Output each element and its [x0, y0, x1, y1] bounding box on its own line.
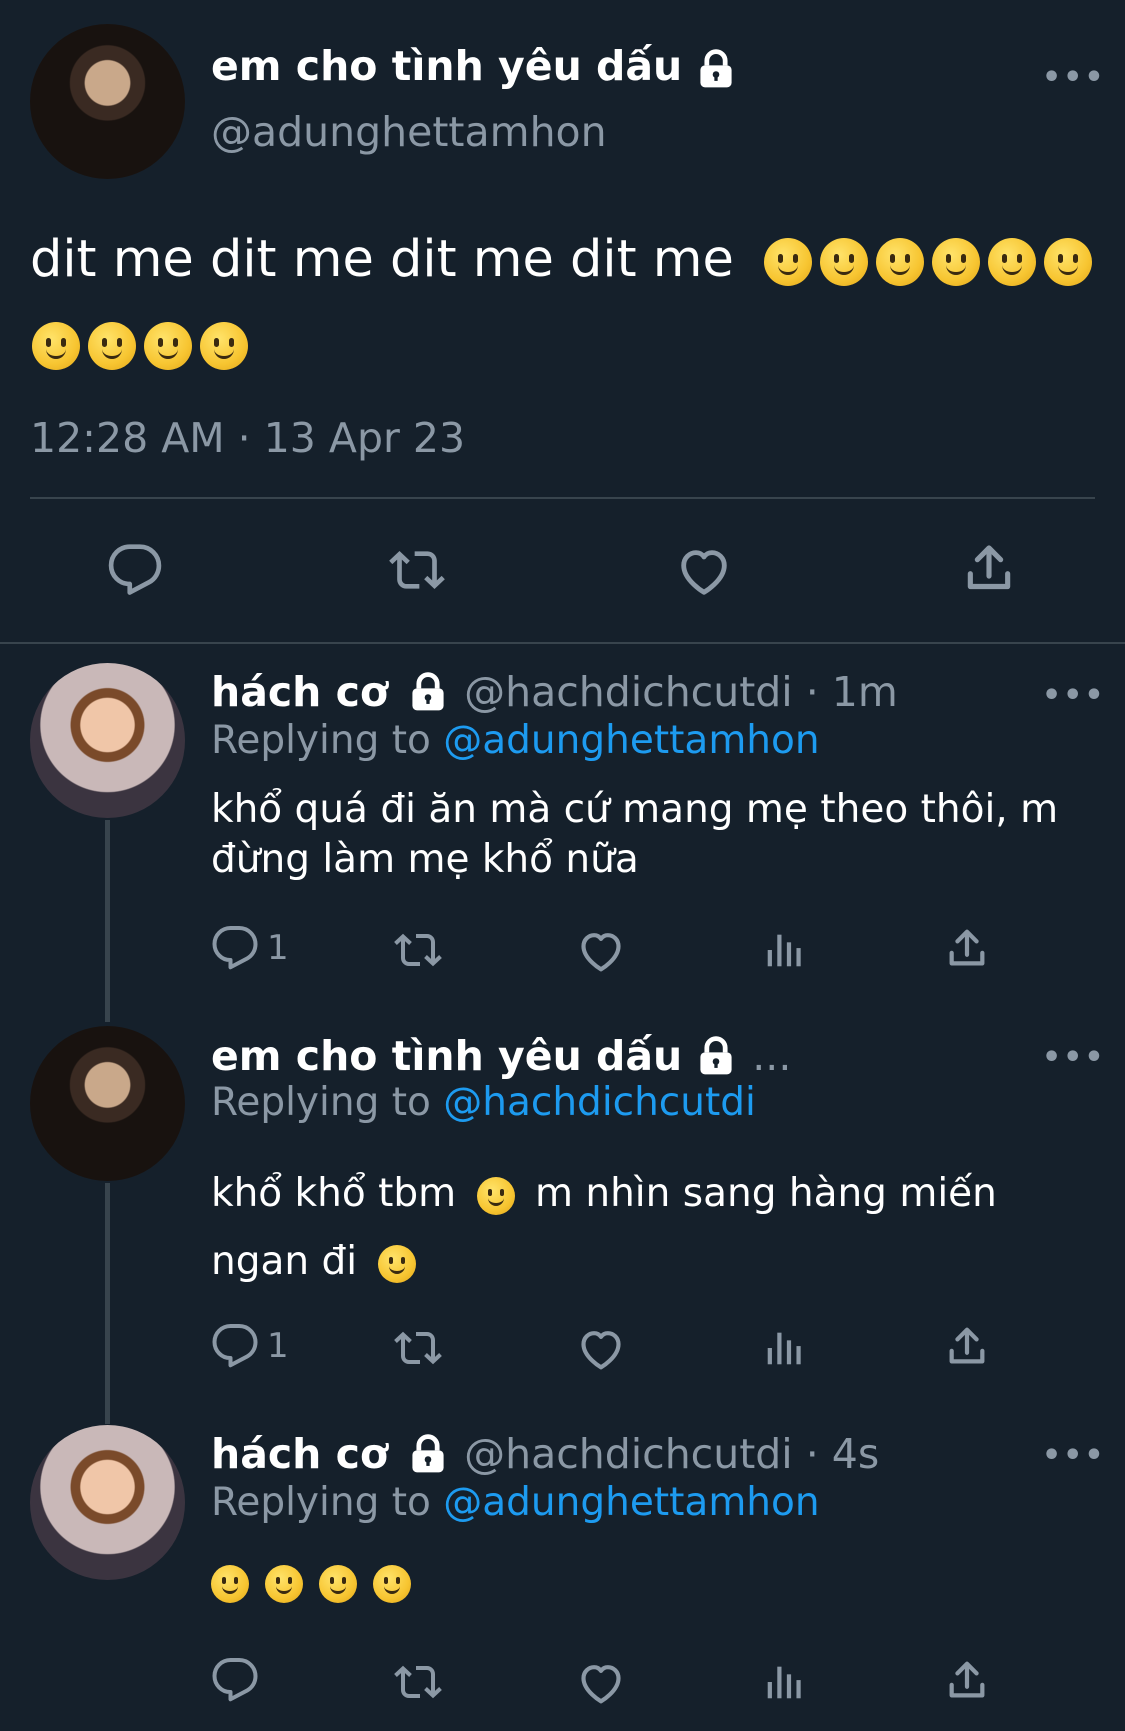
reply-text [207, 1565, 415, 1603]
reply-icon [211, 1322, 259, 1370]
replying-to: Replying to @adunghettamhon [211, 718, 820, 763]
more-options-icon[interactable]: ••• [1042, 1040, 1106, 1075]
username-and-time[interactable]: ... [752, 1032, 791, 1080]
reply-text-line: đừng làm mẹ khổ nữa [211, 837, 639, 882]
views-icon[interactable] [761, 1658, 807, 1706]
divider [30, 497, 1095, 499]
display-name[interactable]: em cho tình yêu dấu [211, 1032, 682, 1080]
slightly-smiling-face-emoji [144, 322, 192, 370]
slightly-smiling-face-emoji [88, 322, 136, 370]
display-name[interactable]: hách cơ [211, 668, 388, 716]
reply-icon[interactable] [211, 1656, 259, 1704]
slightly-smiling-face-emoji [988, 238, 1037, 286]
reply-header: em cho tình yêu dấu ... [211, 1032, 791, 1080]
avatar[interactable] [30, 1026, 185, 1181]
reply-text: khổ quá đi ăn mà cứ mang mẹ theo thôi, m… [211, 785, 1091, 885]
replying-to-label: Replying to [211, 1480, 431, 1525]
reply-text-part: m nhìn sang hàng miến [534, 1171, 997, 1216]
reply-icon[interactable] [107, 542, 163, 598]
heart-icon[interactable] [576, 1658, 626, 1708]
mention-link[interactable]: @adunghettamhon [443, 718, 819, 763]
heart-icon[interactable] [675, 542, 733, 600]
retweet-icon[interactable] [391, 1658, 445, 1706]
reply-count: 1 [267, 928, 289, 968]
replying-to-label: Replying to [211, 1080, 431, 1125]
username[interactable]: @adunghettamhon [211, 108, 607, 156]
slightly-smiling-face-emoji [820, 238, 869, 286]
tweet-text: dit me dit me dit me dit me [30, 218, 1110, 386]
heart-icon[interactable] [576, 1324, 626, 1374]
replying-to: Replying to @adunghettamhon [211, 1480, 820, 1525]
avatar[interactable] [30, 663, 185, 818]
username-and-time[interactable]: @hachdichcutdi · 1m [464, 668, 898, 716]
reply-action-bar: 1 [211, 1318, 1011, 1378]
slightly-smiling-face-emoji [319, 1565, 357, 1603]
slightly-smiling-face-emoji [265, 1565, 303, 1603]
more-options-icon[interactable]: ••• [1042, 678, 1106, 713]
username-and-time[interactable]: @hachdichcutdi · 4s [464, 1430, 879, 1478]
avatar[interactable] [30, 24, 185, 179]
retweet-icon[interactable] [391, 1324, 445, 1372]
views-icon[interactable] [761, 1324, 807, 1372]
display-name[interactable]: em cho tình yêu dấu [211, 42, 738, 91]
slightly-smiling-face-emoji [476, 1176, 515, 1215]
slightly-smiling-face-emoji [932, 238, 981, 286]
tweet-text-content: dit me dit me dit me dit me [30, 230, 734, 289]
slightly-smiling-face-emoji [1044, 238, 1093, 286]
replying-to-label: Replying to [211, 718, 431, 763]
avatar[interactable] [30, 1425, 185, 1580]
reply-action-bar [211, 1652, 1011, 1712]
reply-icon [211, 924, 259, 972]
mention-link[interactable]: @adunghettamhon [443, 1480, 819, 1525]
share-icon[interactable] [944, 924, 990, 974]
slightly-smiling-face-emoji [764, 238, 813, 286]
slightly-smiling-face-emoji [373, 1565, 411, 1603]
reply-text: khổ khổ tbm m nhìn sang hàng miến ngan đ… [211, 1160, 1091, 1296]
lock-icon [406, 1432, 450, 1476]
lock-icon [406, 670, 450, 714]
reply-button[interactable]: 1 [211, 924, 289, 972]
slightly-smiling-face-emoji [200, 322, 248, 370]
slightly-smiling-face-emoji [211, 1565, 249, 1603]
heart-icon[interactable] [576, 926, 626, 976]
display-name-text[interactable]: em cho tình yêu dấu [211, 42, 682, 90]
reply-action-bar: 1 [211, 920, 1011, 980]
reply-button[interactable]: 1 [211, 1322, 289, 1370]
replying-to: Replying to @hachdichcutdi [211, 1080, 756, 1125]
mention-link[interactable]: @hachdichcutdi [443, 1080, 756, 1125]
timestamp[interactable]: 12:28 AM · 13 Apr 23 [30, 414, 465, 462]
reply-count: 1 [267, 1326, 289, 1366]
views-icon[interactable] [761, 926, 807, 974]
slightly-smiling-face-emoji [377, 1244, 416, 1283]
thread-line [105, 820, 110, 1022]
lock-icon [694, 47, 738, 91]
slightly-smiling-face-emoji [876, 238, 925, 286]
reply-text-part: khổ khổ tbm [211, 1171, 457, 1216]
lock-icon [694, 1034, 738, 1078]
reply-text-line: khổ quá đi ăn mà cứ mang mẹ theo thôi, m [211, 787, 1059, 832]
reply-header: hách cơ @hachdichcutdi · 1m [211, 668, 898, 716]
share-icon[interactable] [944, 1322, 990, 1372]
retweet-icon[interactable] [391, 926, 445, 974]
retweet-icon[interactable] [386, 542, 448, 598]
thread-line [105, 1183, 110, 1424]
slightly-smiling-face-emoji [32, 322, 80, 370]
share-icon[interactable] [961, 540, 1017, 598]
reply-header: hách cơ @hachdichcutdi · 4s [211, 1430, 879, 1478]
more-options-icon[interactable]: ••• [1042, 1438, 1106, 1473]
share-icon[interactable] [944, 1656, 990, 1706]
divider [0, 642, 1125, 644]
display-name[interactable]: hách cơ [211, 1430, 388, 1478]
main-action-bar [0, 536, 1125, 606]
more-options-icon[interactable]: ••• [1042, 60, 1106, 95]
reply-text-part: ngan đi [211, 1239, 358, 1284]
